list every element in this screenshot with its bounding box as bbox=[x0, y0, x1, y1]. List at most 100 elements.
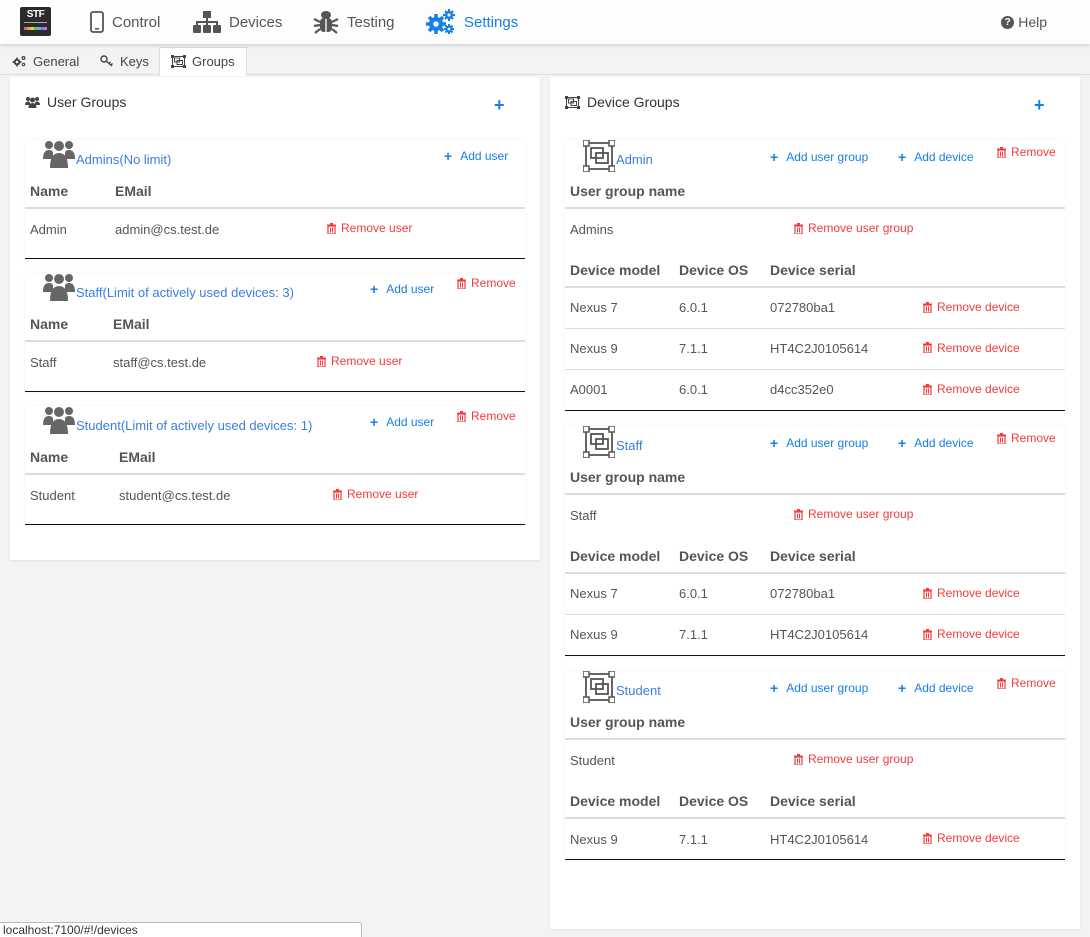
user-group-card: Student(Limit of actively used devices: … bbox=[25, 406, 525, 525]
user-email: staff@cs.test.de bbox=[113, 354, 207, 370]
users-icon bbox=[43, 140, 75, 171]
trash-icon bbox=[794, 753, 803, 765]
device-model: Nexus 9 bbox=[570, 831, 618, 847]
add-user-button[interactable]: + Add user bbox=[370, 414, 434, 430]
add-user-group-button[interactable]: + Add user group bbox=[770, 149, 868, 165]
nav-settings[interactable]: Settings bbox=[426, 0, 518, 44]
tab-keys[interactable]: Keys bbox=[89, 47, 160, 75]
remove-device-label: Remove device bbox=[937, 586, 1020, 600]
remove-device-label: Remove device bbox=[937, 300, 1020, 314]
table-row: Admins Remove user group bbox=[565, 208, 1065, 249]
device-serial: HT4C2J0105614 bbox=[770, 627, 869, 643]
user-group-name[interactable]: Staff(Limit of actively used devices: 3) bbox=[76, 285, 294, 300]
add-device-button[interactable]: + Add device bbox=[898, 435, 974, 451]
add-user-group-button[interactable]: + bbox=[494, 96, 505, 114]
plus-icon: + bbox=[898, 149, 907, 165]
remove-device-label: Remove device bbox=[937, 627, 1020, 641]
users-table: Name EMail Admin admin@cs.test.de Remove … bbox=[25, 180, 525, 249]
table-row: Student student@cs.test.de Remove user bbox=[25, 474, 525, 515]
add-user-group-button[interactable]: + Add user group bbox=[770, 435, 868, 451]
remove-group-button[interactable]: Remove bbox=[997, 145, 1056, 159]
add-user-label: Add user bbox=[386, 282, 435, 296]
users-icon bbox=[43, 273, 75, 304]
help-link[interactable]: ? Help bbox=[1001, 0, 1047, 44]
add-user-button[interactable]: + Add user bbox=[370, 281, 434, 297]
remove-group-button[interactable]: Remove bbox=[457, 276, 516, 290]
user-group-name: Admins bbox=[570, 221, 614, 237]
gears-icon bbox=[12, 55, 27, 67]
tab-groups-label: Groups bbox=[192, 54, 235, 69]
column-header: Name bbox=[25, 180, 115, 209]
logo-divider bbox=[24, 22, 47, 23]
device-os: 7.1.1 bbox=[679, 831, 708, 847]
user-name: Student bbox=[30, 487, 75, 503]
device-group-card: Admin + Add user group + Add device Remo… bbox=[565, 139, 1065, 411]
nav-testing[interactable]: Testing bbox=[313, 0, 395, 44]
object-group-icon bbox=[582, 425, 616, 461]
remove-user-button[interactable]: Remove user bbox=[333, 487, 418, 501]
device-group-name[interactable]: Admin bbox=[616, 152, 653, 167]
settings-tabs: General Keys Groups bbox=[0, 44, 1090, 76]
nav-devices-label: Devices bbox=[229, 13, 283, 31]
remove-device-button[interactable]: Remove device bbox=[923, 382, 1020, 396]
add-device-button[interactable]: + Add device bbox=[898, 149, 974, 165]
device-serial: HT4C2J0105614 bbox=[770, 328, 923, 370]
bug-icon bbox=[313, 10, 339, 34]
device-os: 7.1.1 bbox=[679, 328, 770, 370]
table-row: Nexus 7 6.0.1 072780ba1 Remove device bbox=[565, 573, 1065, 615]
user-group-name: Student bbox=[570, 752, 615, 768]
trash-icon bbox=[997, 432, 1006, 444]
add-device-label: Add device bbox=[914, 681, 974, 695]
remove-group-button[interactable]: Remove bbox=[997, 431, 1056, 445]
trash-icon bbox=[923, 342, 932, 354]
users-icon bbox=[25, 96, 40, 108]
column-header: Device serial bbox=[770, 790, 923, 819]
device-os: 7.1.1 bbox=[679, 627, 708, 643]
trash-icon bbox=[997, 146, 1006, 158]
remove-device-button[interactable]: Remove device bbox=[923, 300, 1020, 314]
add-device-group-button[interactable]: + bbox=[1034, 96, 1045, 114]
remove-user-group-button[interactable]: Remove user group bbox=[794, 221, 913, 235]
nav-control[interactable]: Control bbox=[90, 0, 160, 44]
add-user-group-label: Add user group bbox=[786, 150, 869, 164]
table-row: Nexus 9 7.1.1 HT4C2J0105614 Remove device bbox=[565, 328, 1065, 370]
add-user-label: Add user bbox=[386, 415, 435, 429]
stf-logo[interactable]: STF bbox=[20, 7, 51, 36]
tab-general[interactable]: General bbox=[1, 47, 90, 75]
device-group-name[interactable]: Staff bbox=[616, 438, 643, 453]
add-user-group-button[interactable]: + Add user group bbox=[770, 680, 868, 696]
device-serial: d4cc352e0 bbox=[770, 382, 834, 398]
users-table: Name EMail Student student@cs.test.de Rem… bbox=[25, 446, 525, 515]
user-name: Staff bbox=[30, 354, 57, 370]
tab-general-label: General bbox=[33, 53, 80, 69]
column-header: Name bbox=[25, 313, 113, 342]
user-group-name[interactable]: Student(Limit of actively used devices: … bbox=[76, 418, 312, 433]
remove-group-button[interactable]: Remove bbox=[457, 409, 516, 423]
column-header: Name bbox=[25, 446, 119, 475]
remove-device-button[interactable]: Remove device bbox=[923, 586, 1020, 600]
remove-group-button[interactable]: Remove bbox=[997, 676, 1056, 690]
remove-device-button[interactable]: Remove device bbox=[923, 627, 1020, 641]
device-group-name[interactable]: Student bbox=[616, 683, 661, 698]
question-circle-icon: ? bbox=[1001, 15, 1015, 29]
remove-user-group-button[interactable]: Remove user group bbox=[794, 752, 913, 766]
table-row: Staff Remove user group bbox=[565, 494, 1065, 535]
add-device-button[interactable]: + Add device bbox=[898, 680, 974, 696]
trash-icon bbox=[923, 383, 932, 395]
user-group-card: Staff(Limit of actively used devices: 3)… bbox=[25, 273, 525, 392]
nav-devices[interactable]: Devices bbox=[193, 0, 282, 44]
remove-device-button[interactable]: Remove device bbox=[923, 831, 1020, 845]
remove-user-button[interactable]: Remove user bbox=[327, 221, 412, 235]
table-row: Staff staff@cs.test.de Remove user bbox=[25, 341, 525, 382]
add-user-label: Add user bbox=[460, 149, 509, 163]
remove-user-button[interactable]: Remove user bbox=[317, 354, 402, 368]
column-header: Device OS bbox=[679, 790, 770, 819]
add-user-button[interactable]: + Add user bbox=[444, 148, 508, 164]
remove-user-group-button[interactable]: Remove user group bbox=[794, 507, 913, 521]
column-header: Device model bbox=[565, 545, 679, 574]
tab-groups[interactable]: Groups bbox=[159, 47, 247, 76]
remove-device-button[interactable]: Remove device bbox=[923, 341, 1020, 355]
device-groups-title-text: Device Groups bbox=[587, 94, 680, 110]
device-serial: HT4C2J0105614 bbox=[770, 831, 869, 847]
user-group-name[interactable]: Admins(No limit) bbox=[76, 152, 171, 167]
